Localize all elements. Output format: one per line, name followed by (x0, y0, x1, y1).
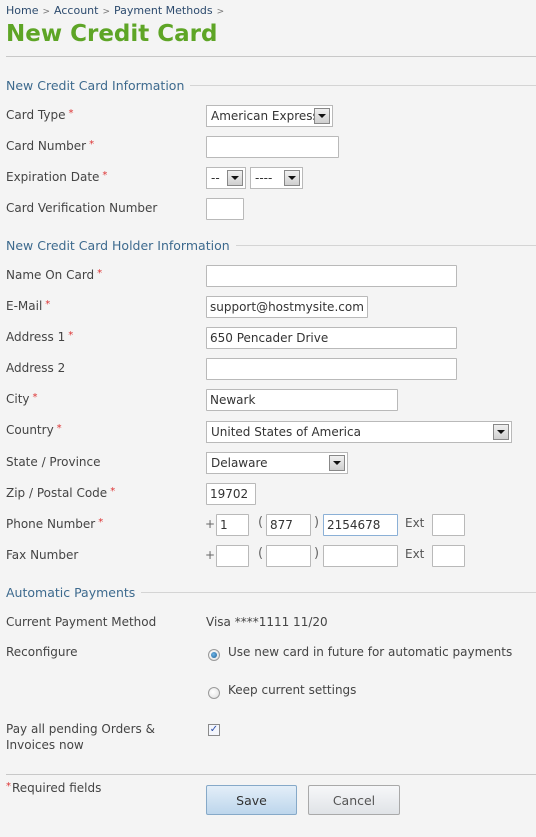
expiration-month-select[interactable]: -- (206, 167, 246, 189)
fax-ext-label: Ext (405, 547, 425, 561)
email-input[interactable] (206, 296, 368, 318)
cvn-label: Card Verification Number (6, 201, 158, 215)
address1-input[interactable] (206, 327, 457, 349)
cvn-input[interactable] (206, 198, 244, 220)
city-input[interactable] (206, 389, 398, 411)
pay-pending-checkbox[interactable]: ✓ (208, 724, 220, 736)
pay-pending-label: Pay all pending Orders & Invoices now (6, 722, 155, 752)
breadcrumb-payment-methods[interactable]: Payment Methods (114, 4, 213, 17)
breadcrumb-separator: > (102, 7, 110, 17)
save-button[interactable]: Save (206, 785, 297, 815)
name-on-card-input[interactable] (206, 265, 457, 287)
section-title: New Credit Card Information (6, 77, 185, 93)
required-fields-note: *Required fields (6, 781, 102, 795)
section-title: Automatic Payments (6, 584, 136, 600)
email-label: E-Mail * (6, 299, 51, 313)
fax-label: Fax Number (6, 548, 79, 562)
address2-label: Address 2 (6, 361, 66, 375)
expiration-year-select[interactable]: ---- (250, 167, 303, 189)
phone-ext-label: Ext (405, 516, 425, 530)
country-select[interactable]: United States of America (206, 421, 512, 443)
zip-input[interactable] (206, 483, 256, 505)
expiration-date-label: Expiration Date * (6, 170, 108, 184)
card-number-label: Card Number * (6, 139, 95, 153)
current-payment-method-label: Current Payment Method (6, 615, 157, 629)
card-number-input[interactable] (206, 136, 339, 158)
phone-country-code-input[interactable] (216, 514, 249, 536)
section-automatic-payments: Automatic Payments (6, 583, 536, 601)
country-label: Country * (6, 423, 62, 437)
chevron-down-icon (314, 108, 330, 124)
address1-label: Address 1 * (6, 330, 74, 344)
breadcrumb-account[interactable]: Account (54, 4, 98, 17)
card-type-select[interactable]: American Express (206, 105, 333, 127)
phone-number-input[interactable] (323, 514, 398, 536)
radio-keep-current[interactable] (208, 687, 220, 699)
phone-area-code-input[interactable] (266, 514, 311, 536)
reconfigure-label: Reconfigure (6, 645, 78, 659)
address2-input[interactable] (206, 358, 457, 380)
open-paren: ( (258, 515, 264, 530)
phone-label: Phone Number * (6, 517, 104, 531)
radio-use-new-card-label[interactable]: Use new card in future for automatic pay… (228, 645, 512, 659)
fax-country-code-input[interactable] (216, 545, 249, 567)
chevron-down-icon (329, 455, 345, 471)
breadcrumb-separator: > (42, 7, 51, 17)
section-holder-info: New Credit Card Holder Information (6, 236, 536, 254)
title-divider (6, 56, 536, 57)
city-label: City * (6, 392, 38, 406)
card-type-label: Card Type * (6, 108, 74, 122)
chevron-down-icon (493, 424, 509, 440)
breadcrumb-separator: > (216, 7, 225, 17)
fax-area-code-input[interactable] (266, 545, 311, 567)
radio-use-new-card[interactable] (208, 649, 220, 661)
cancel-button[interactable]: Cancel (308, 785, 400, 815)
close-paren: ) (314, 546, 320, 561)
open-paren: ( (258, 546, 264, 561)
state-select[interactable]: Delaware (206, 452, 348, 474)
section-title: New Credit Card Holder Information (6, 237, 230, 253)
breadcrumb-home[interactable]: Home (6, 4, 38, 17)
checkmark-icon: ✓ (209, 724, 219, 735)
breadcrumb: Home > Account > Payment Methods > (6, 4, 228, 17)
state-label: State / Province (6, 455, 101, 469)
plus-sign: + (205, 517, 216, 531)
section-card-info: New Credit Card Information (6, 76, 536, 94)
footer-divider (6, 774, 536, 775)
chevron-down-icon (284, 170, 300, 186)
zip-label: Zip / Postal Code * (6, 486, 116, 500)
fax-number-input[interactable] (323, 545, 398, 567)
close-paren: ) (314, 515, 320, 530)
page-title: New Credit Card (6, 21, 218, 47)
current-payment-method-value: Visa ****1111 11/20 (206, 615, 328, 629)
chevron-down-icon (227, 170, 243, 186)
name-on-card-label: Name On Card * (6, 268, 103, 282)
plus-sign: + (205, 548, 216, 562)
fax-ext-input[interactable] (432, 545, 465, 567)
phone-ext-input[interactable] (432, 514, 465, 536)
radio-keep-current-label[interactable]: Keep current settings (228, 683, 356, 697)
